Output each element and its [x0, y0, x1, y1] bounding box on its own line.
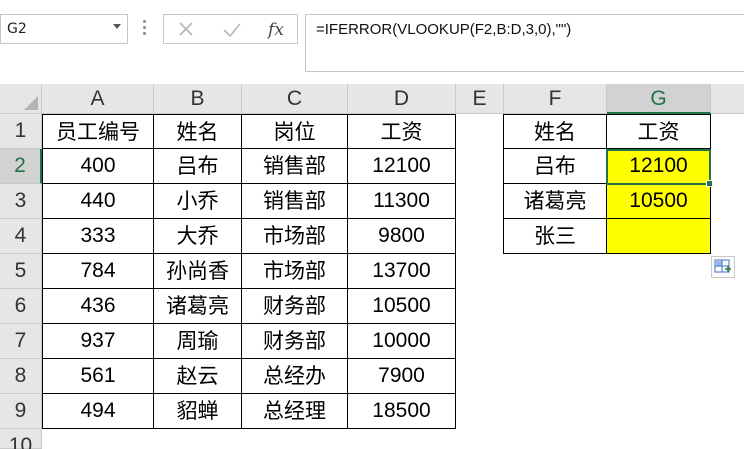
- cell-c4[interactable]: 市场部: [242, 219, 348, 254]
- column-header-d[interactable]: D: [348, 84, 456, 114]
- chevron-down-icon[interactable]: [113, 24, 121, 29]
- row-header-10[interactable]: 10: [0, 429, 42, 449]
- fill-handle[interactable]: [706, 180, 713, 187]
- cell-c5[interactable]: 市场部: [242, 254, 348, 289]
- cell-b8[interactable]: 赵云: [154, 359, 242, 394]
- cell-a1[interactable]: 员工编号: [42, 114, 154, 149]
- column-header-f[interactable]: F: [504, 84, 607, 114]
- formula-buttons: fx: [163, 14, 298, 44]
- cell-d7[interactable]: 10000: [348, 324, 456, 359]
- cell-a2[interactable]: 400: [42, 149, 154, 184]
- cell-b7[interactable]: 周瑜: [154, 324, 242, 359]
- column-header-h[interactable]: [711, 84, 744, 114]
- row-header-9[interactable]: 9: [0, 394, 42, 429]
- row-header-5[interactable]: 5: [0, 254, 42, 289]
- quick-analysis-button[interactable]: [711, 256, 735, 278]
- cell-f4[interactable]: 张三: [503, 219, 607, 254]
- name-box[interactable]: G2: [0, 14, 128, 44]
- cell-g1[interactable]: 工资: [607, 114, 711, 149]
- cell-c8[interactable]: 总经办: [242, 359, 348, 394]
- column-header-a[interactable]: A: [42, 84, 154, 114]
- cell-g3[interactable]: 10500: [607, 184, 711, 219]
- cell-a3[interactable]: 440: [42, 184, 154, 219]
- cell-f3[interactable]: 诸葛亮: [503, 184, 607, 219]
- column-header-g[interactable]: G: [607, 84, 711, 114]
- cell-d4[interactable]: 9800: [348, 219, 456, 254]
- row-header-8[interactable]: 8: [0, 359, 42, 394]
- cell-b3[interactable]: 小乔: [154, 184, 242, 219]
- formula-bar: G2 fx =IFERROR(VLOOKUP(F2,B:D,3,0),""): [0, 0, 744, 84]
- row-header-7[interactable]: 7: [0, 324, 42, 359]
- cell-f1[interactable]: 姓名: [503, 114, 607, 149]
- cell-b9[interactable]: 貂蝉: [154, 394, 242, 429]
- formula-text: =IFERROR(VLOOKUP(F2,B:D,3,0),""): [316, 21, 572, 38]
- cell-b2[interactable]: 吕布: [154, 149, 242, 184]
- cell-f2[interactable]: 吕布: [503, 149, 607, 184]
- row-header-3[interactable]: 3: [0, 184, 42, 219]
- cell-d1[interactable]: 工资: [348, 114, 456, 149]
- cell-b4[interactable]: 大乔: [154, 219, 242, 254]
- cell-b6[interactable]: 诸葛亮: [154, 289, 242, 324]
- enter-button[interactable]: [220, 19, 244, 41]
- cell-c9[interactable]: 总经理: [242, 394, 348, 429]
- cell-a7[interactable]: 937: [42, 324, 154, 359]
- cell-a8[interactable]: 561: [42, 359, 154, 394]
- cell-d6[interactable]: 10500: [348, 289, 456, 324]
- cell-d2[interactable]: 12100: [348, 149, 456, 184]
- cell-a6[interactable]: 436: [42, 289, 154, 324]
- cell-c6[interactable]: 财务部: [242, 289, 348, 324]
- quick-analysis-icon: [714, 259, 731, 273]
- row-header-6[interactable]: 6: [0, 289, 42, 324]
- cell-g2[interactable]: 12100: [607, 149, 711, 184]
- cell-b5[interactable]: 孙尚香: [154, 254, 242, 289]
- cell-c7[interactable]: 财务部: [242, 324, 348, 359]
- cell-b1[interactable]: 姓名: [154, 114, 242, 149]
- close-icon: [179, 22, 193, 36]
- cell-a9[interactable]: 494: [42, 394, 154, 429]
- cell-a4[interactable]: 333: [42, 219, 154, 254]
- cell-d3[interactable]: 11300: [348, 184, 456, 219]
- column-header-c[interactable]: C: [242, 84, 348, 114]
- cell-d5[interactable]: 13700: [348, 254, 456, 289]
- select-all-button[interactable]: [0, 84, 42, 114]
- cell-c3[interactable]: 销售部: [242, 184, 348, 219]
- spreadsheet-grid: A B C D E F G 1 2 3 4 5 6 7 8 9 10 员工编号 …: [0, 84, 744, 449]
- insert-function-button[interactable]: fx: [264, 19, 288, 41]
- cell-c1[interactable]: 岗位: [242, 114, 348, 149]
- cell-c2[interactable]: 销售部: [242, 149, 348, 184]
- cell-g4[interactable]: [607, 219, 711, 254]
- cell-d8[interactable]: 7900: [348, 359, 456, 394]
- cell-a5[interactable]: 784: [42, 254, 154, 289]
- row-header-1[interactable]: 1: [0, 114, 42, 149]
- check-icon: [223, 23, 241, 38]
- cancel-button[interactable]: [174, 19, 198, 41]
- row-header-2[interactable]: 2: [0, 149, 42, 184]
- formula-input[interactable]: =IFERROR(VLOOKUP(F2,B:D,3,0),""): [305, 14, 744, 72]
- row-header-4[interactable]: 4: [0, 219, 42, 254]
- fx-icon: fx: [268, 20, 284, 40]
- column-header-e[interactable]: E: [456, 84, 504, 114]
- drag-handle-icon[interactable]: [143, 20, 147, 38]
- triangle-icon: [24, 96, 38, 110]
- name-box-value: G2: [7, 21, 27, 37]
- column-header-b[interactable]: B: [154, 84, 242, 114]
- cell-d9[interactable]: 18500: [348, 394, 456, 429]
